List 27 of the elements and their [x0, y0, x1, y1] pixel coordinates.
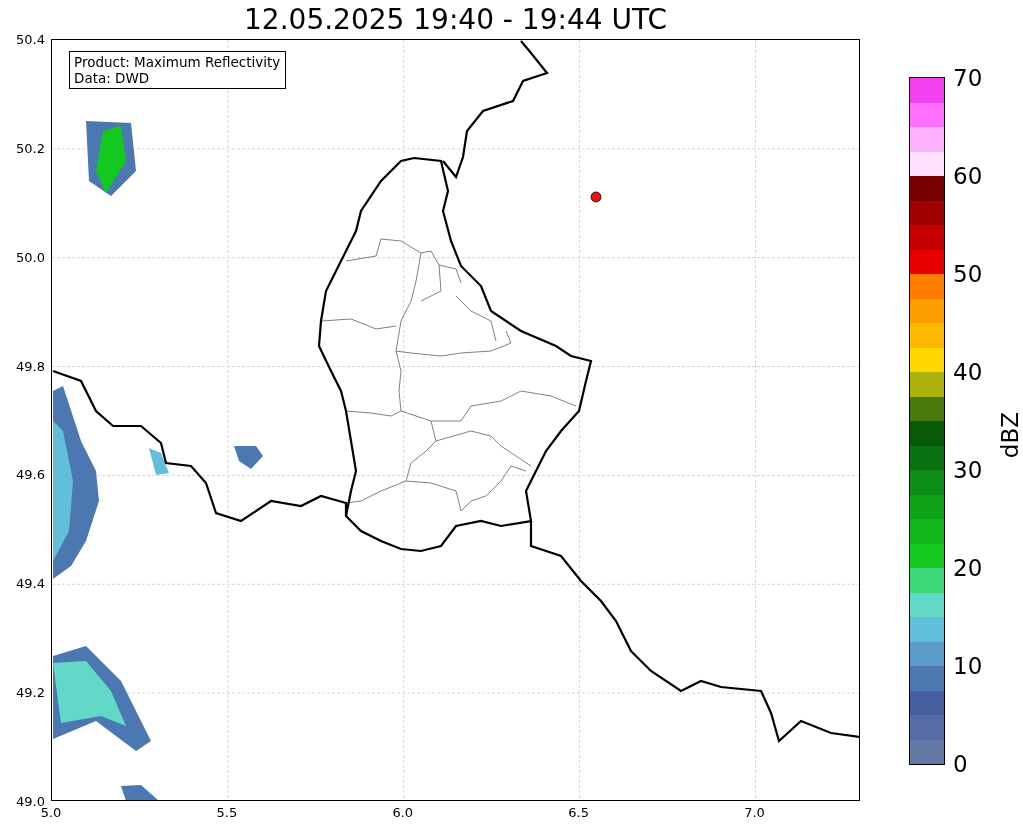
latitude-tick-label: 50.4 [16, 31, 45, 47]
longitude-tick-label: 5.5 [216, 805, 238, 820]
latitude-tick-label: 49.4 [16, 575, 45, 591]
radar-echo [149, 448, 169, 475]
longitude-tick-label: 7.0 [744, 805, 765, 820]
latitude-tick-label: 50.0 [16, 249, 45, 265]
latitude-tick-label: 49.8 [16, 358, 45, 374]
longitude-tick-label: 6.0 [392, 805, 414, 820]
colorbar-tick-label: 10 [953, 653, 983, 679]
radar-echo [234, 446, 263, 469]
longitude-tick-label: 6.5 [568, 805, 589, 820]
latitude-tick-label: 49.6 [16, 466, 45, 482]
legend-text: Data: DWD [74, 70, 151, 86]
legend-text: Product: Maximum Reflectivity [74, 54, 281, 70]
latitude-tick-label: 49.2 [16, 684, 45, 700]
latitude-tick-label: 50.2 [16, 140, 45, 156]
colorbar-tick-label: 50 [953, 261, 983, 287]
colorbar-tick-label: 40 [953, 359, 983, 385]
colorbar-tick-label: 30 [953, 457, 983, 483]
chart-title: 12.05.2025 19:40 - 19:44 UTC [243, 2, 668, 38]
radar-echo [121, 785, 159, 800]
location-marker [590, 191, 602, 203]
colorbar-tick-label: 0 [953, 751, 968, 777]
colorbar-tick-label: 20 [953, 555, 983, 581]
colorbar-tick-label: 60 [953, 163, 983, 189]
colorbar-tick-label: 70 [953, 65, 983, 91]
colorbar-label: dBZ [997, 412, 1023, 459]
